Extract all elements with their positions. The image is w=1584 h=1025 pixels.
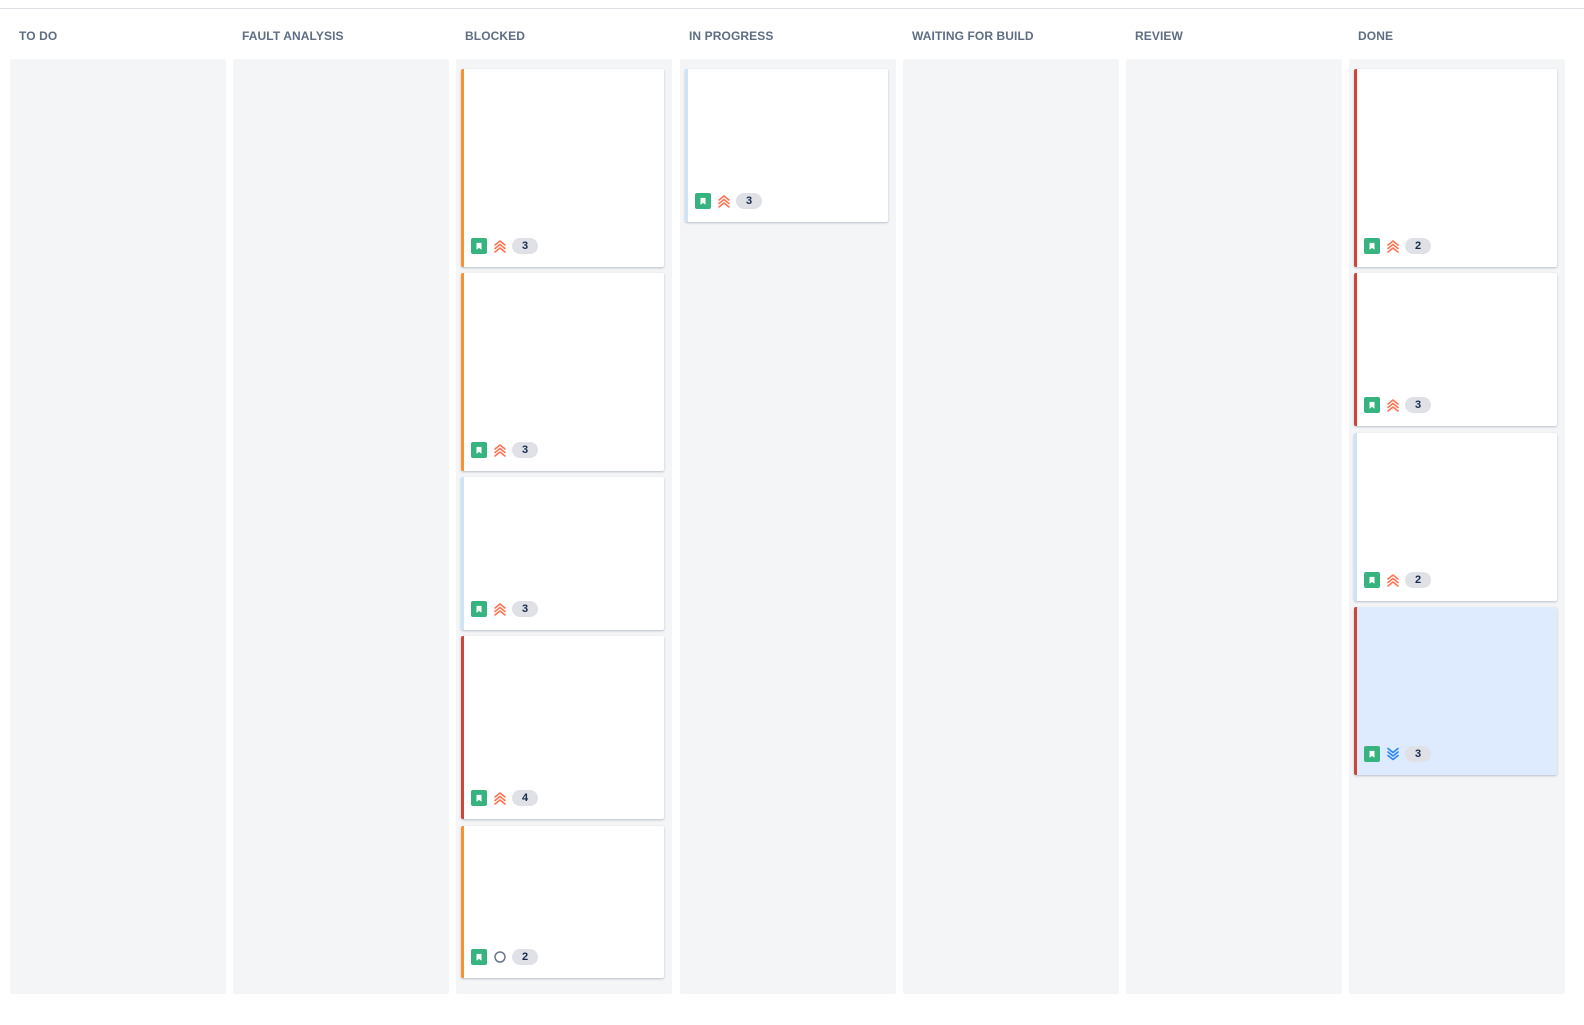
column-fault-analysis: FAULT ANALYSIS [233, 20, 449, 995]
card-footer: 3 [471, 442, 538, 458]
column-header: WAITING FOR BUILD [912, 29, 1034, 43]
column-to-do: TO DO [10, 20, 226, 995]
issue-card[interactable]: 2 [1354, 433, 1557, 601]
story-points-badge: 3 [1405, 746, 1431, 762]
story-icon [695, 193, 711, 209]
story-points-badge: 3 [1405, 397, 1431, 413]
story-icon [471, 949, 487, 965]
issue-card[interactable]: 3 [1354, 607, 1557, 775]
issue-card[interactable]: 3 [461, 273, 664, 471]
story-icon [1364, 746, 1380, 762]
priority-highest-icon [1385, 572, 1401, 588]
story-points-badge: 3 [512, 238, 538, 254]
card-footer: 3 [471, 601, 538, 617]
card-footer: 2 [1364, 572, 1431, 588]
column-header: BLOCKED [465, 29, 526, 43]
card-footer: 2 [1364, 238, 1431, 254]
priority-highest-icon [716, 193, 732, 209]
story-points-badge: 2 [1405, 572, 1431, 588]
column-header: FAULT ANALYSIS [242, 29, 344, 43]
priority-highest-icon [492, 601, 508, 617]
story-icon [471, 442, 487, 458]
column-body[interactable]: 3 [680, 59, 896, 994]
column-body[interactable]: 3 3 3 4 2 [456, 59, 672, 994]
card-footer: 3 [471, 238, 538, 254]
story-icon [471, 601, 487, 617]
card-footer: 4 [471, 790, 538, 806]
story-icon [1364, 238, 1380, 254]
story-icon [471, 790, 487, 806]
story-icon [1364, 397, 1380, 413]
story-points-badge: 2 [1405, 238, 1431, 254]
card-footer: 3 [1364, 746, 1431, 762]
priority-highest-icon [492, 442, 508, 458]
column-body[interactable] [10, 59, 226, 994]
card-footer: 3 [695, 193, 762, 209]
column-header: IN PROGRESS [689, 29, 774, 43]
story-points-badge: 2 [512, 949, 538, 965]
priority-none-icon [492, 949, 508, 965]
top-divider [0, 8, 1584, 9]
issue-card[interactable]: 3 [461, 477, 664, 630]
story-icon [1364, 572, 1380, 588]
priority-highest-icon [492, 238, 508, 254]
card-footer: 3 [1364, 397, 1431, 413]
issue-card[interactable]: 3 [1354, 273, 1557, 426]
issue-card[interactable]: 3 [461, 69, 664, 267]
issue-card[interactable]: 4 [461, 636, 664, 819]
kanban-board: TO DO FAULT ANALYSIS BLOCKED 3 3 3 4 2 I… [10, 20, 1580, 995]
column-in-progress: IN PROGRESS 3 [680, 20, 896, 995]
column-review: REVIEW [1126, 20, 1342, 995]
priority-highest-icon [492, 790, 508, 806]
column-header: REVIEW [1135, 29, 1183, 43]
story-points-badge: 3 [736, 193, 762, 209]
story-points-badge: 3 [512, 442, 538, 458]
priority-highest-icon [1385, 238, 1401, 254]
column-body[interactable] [903, 59, 1119, 994]
story-points-badge: 4 [512, 790, 538, 806]
column-waiting-for-build: WAITING FOR BUILD [903, 20, 1119, 995]
priority-highest-icon [1385, 397, 1401, 413]
column-done: DONE 2 3 2 3 [1349, 20, 1565, 995]
story-icon [471, 238, 487, 254]
card-footer: 2 [471, 949, 538, 965]
column-header: TO DO [19, 29, 58, 43]
column-body[interactable]: 2 3 2 3 [1349, 59, 1565, 994]
issue-card[interactable]: 2 [1354, 69, 1557, 267]
issue-card[interactable]: 2 [461, 826, 664, 978]
issue-card[interactable]: 3 [685, 69, 888, 222]
story-points-badge: 3 [512, 601, 538, 617]
priority-lowest-icon [1385, 746, 1401, 762]
column-blocked: BLOCKED 3 3 3 4 2 [456, 20, 672, 995]
column-body[interactable] [1126, 59, 1342, 994]
column-body[interactable] [233, 59, 449, 994]
column-header: DONE [1358, 29, 1394, 43]
